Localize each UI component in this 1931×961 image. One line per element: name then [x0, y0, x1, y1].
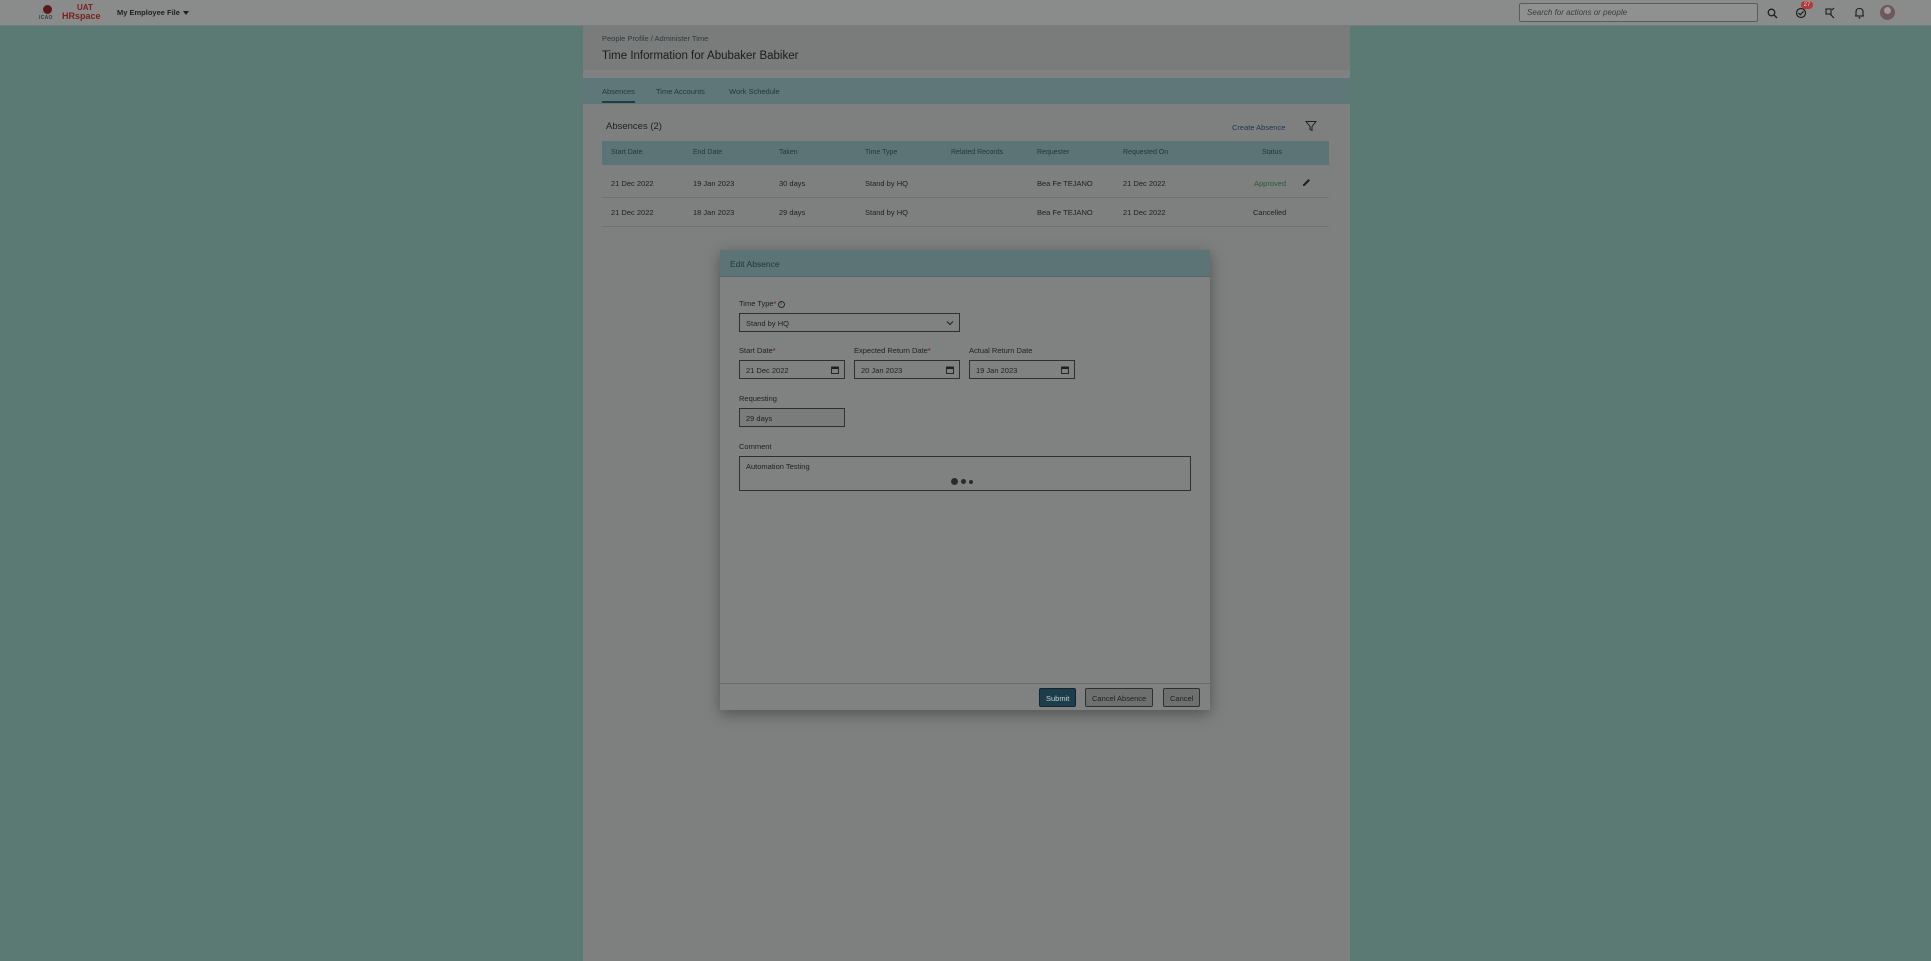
column-related-records[interactable]: Related Records — [951, 149, 1003, 156]
app-logo[interactable]: ICAO UAT HRspace — [38, 3, 101, 22]
my-employee-file-menu[interactable]: My Employee File — [117, 8, 189, 17]
cell-start-date: 21 Dec 2022 — [611, 179, 654, 188]
edit-absence-dialog: Edit Absence Time Type* i Stand by HQ Sta… — [720, 250, 1210, 710]
column-requester[interactable]: Requester — [1037, 149, 1069, 156]
cell-requester: Bea Fe TEJANO — [1037, 208, 1093, 217]
dialog-footer: Submit Cancel Absence Cancel — [720, 683, 1210, 710]
column-start-date[interactable]: Start Date — [611, 149, 643, 156]
cell-taken: 29 days — [779, 208, 806, 217]
column-time-type[interactable]: Time Type — [865, 149, 897, 156]
search-input[interactable]: Search for actions or people — [1519, 3, 1758, 22]
dialog-title: Edit Absence — [730, 259, 780, 269]
start-date-value: 21 Dec 2022 — [746, 366, 789, 375]
dialog-header: Edit Absence — [720, 250, 1210, 277]
expected-return-label-text: Expected Return Date — [854, 346, 928, 355]
actual-return-field[interactable]: 19 Jan 2023 — [969, 360, 1075, 379]
tab-work-schedule[interactable]: Work Schedule — [729, 87, 780, 96]
table-row[interactable]: 21 Dec 2022 18 Jan 2023 29 days Stand by… — [602, 198, 1329, 227]
absences-title: Absences (2) — [606, 121, 662, 132]
submit-button[interactable]: Submit — [1039, 688, 1077, 707]
table-row[interactable]: 21 Dec 2022 19 Jan 2023 30 days Stand by… — [602, 169, 1329, 198]
column-taken[interactable]: Taken — [779, 149, 798, 156]
caret-down-icon — [182, 10, 189, 15]
start-date-label-text: Start Date — [739, 346, 773, 355]
calendar-icon[interactable] — [946, 366, 954, 374]
actual-return-label: Actual Return Date — [969, 346, 1033, 355]
column-end-date[interactable]: End Date — [693, 149, 722, 156]
requesting-label: Requesting — [739, 394, 777, 403]
time-type-value: Stand by HQ — [746, 319, 789, 328]
icao-seal-logo: ICAO — [38, 5, 56, 21]
chevron-down-icon — [946, 321, 954, 326]
page-header: People Profile / Administer Time Time In… — [583, 26, 1350, 70]
absences-table: Start Date End Date Taken Time Type Rela… — [602, 141, 1329, 227]
create-absence-link[interactable]: Create Absence — [1232, 123, 1285, 132]
expected-return-field[interactable]: 20 Jan 2023 — [854, 360, 960, 379]
logo-icao-text: ICAO — [39, 15, 53, 21]
cell-requested-on: 21 Dec 2022 — [1123, 179, 1166, 188]
cell-requested-on: 21 Dec 2022 — [1123, 208, 1166, 217]
bell-icon[interactable] — [1851, 5, 1867, 21]
comment-label: Comment — [739, 442, 772, 451]
page-title: Time Information for Abubaker Babiker — [602, 50, 799, 62]
time-type-label-text: Time Type — [739, 299, 774, 308]
cancel-absence-button[interactable]: Cancel Absence — [1085, 688, 1154, 707]
cell-time-type: Stand by HQ — [865, 179, 908, 188]
requesting-field: 29 days — [739, 408, 845, 427]
expected-return-value: 20 Jan 2023 — [861, 366, 903, 375]
cell-status-approved: Approved — [1254, 179, 1287, 188]
cell-end-date: 18 Jan 2023 — [693, 208, 735, 217]
cell-requester: Bea Fe TEJANO — [1037, 179, 1093, 188]
approvals-badge: 27 — [1801, 1, 1813, 9]
cell-start-date: 21 Dec 2022 — [611, 208, 654, 217]
column-requested-on[interactable]: Requested On — [1123, 149, 1168, 156]
calendar-icon[interactable] — [831, 366, 839, 374]
search-icon[interactable] — [1764, 5, 1780, 21]
calendar-icon[interactable] — [1061, 366, 1069, 374]
start-date-label: Start Date* — [739, 346, 776, 355]
logo-hrspace-text: HRspace — [62, 11, 101, 21]
shell-bar: ICAO UAT HRspace My Employee File Search… — [0, 0, 1931, 26]
approvals-icon[interactable]: 27 — [1793, 1, 1813, 21]
start-date-field[interactable]: 21 Dec 2022 — [739, 360, 845, 379]
cell-status-cancelled: Cancelled — [1253, 208, 1287, 217]
time-type-label: Time Type* i — [739, 299, 785, 308]
comment-textarea[interactable]: Automation Testing — [739, 456, 1191, 491]
tools-icon[interactable] — [1822, 5, 1838, 21]
cell-end-date: 19 Jan 2023 — [693, 179, 735, 188]
busy-indicator — [951, 478, 973, 485]
cancel-button[interactable]: Cancel — [1163, 688, 1201, 707]
requesting-value: 29 days — [746, 414, 773, 423]
breadcrumb[interactable]: People Profile / Administer Time — [602, 34, 708, 43]
cell-taken: 30 days — [779, 179, 806, 188]
tab-time-accounts[interactable]: Time Accounts — [656, 87, 705, 96]
time-type-select[interactable]: Stand by HQ — [739, 313, 960, 332]
cell-time-type: Stand by HQ — [865, 208, 908, 217]
menu-label: My Employee File — [117, 8, 180, 17]
tab-bar: Absences Time Accounts Work Schedule — [583, 78, 1350, 104]
actual-return-value: 19 Jan 2023 — [976, 366, 1018, 375]
column-status[interactable]: Status — [1262, 149, 1282, 156]
user-avatar[interactable] — [1880, 5, 1895, 20]
comment-value: Automation Testing — [746, 462, 810, 471]
info-icon[interactable]: i — [777, 300, 785, 308]
tab-absences[interactable]: Absences — [602, 87, 635, 103]
table-header: Start Date End Date Taken Time Type Rela… — [602, 141, 1329, 165]
header-separator — [583, 70, 1350, 78]
hrspace-logo: UAT HRspace — [60, 3, 101, 22]
edit-pencil-icon[interactable] — [1301, 177, 1312, 188]
expected-return-label: Expected Return Date* — [854, 346, 931, 355]
filter-icon[interactable] — [1304, 120, 1318, 132]
